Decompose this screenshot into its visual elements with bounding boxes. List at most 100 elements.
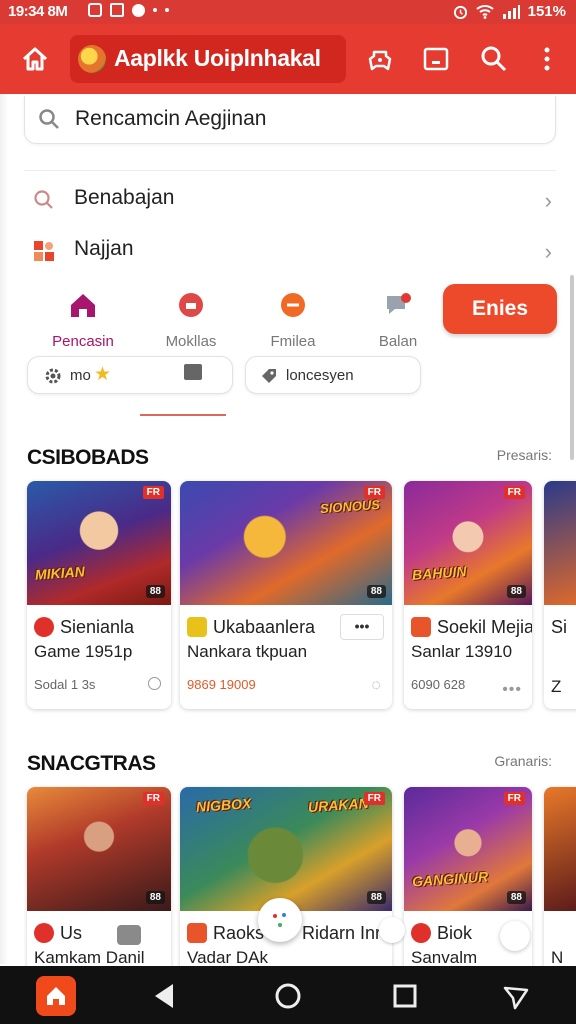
section-title: CSIBOBADS xyxy=(27,446,149,469)
game-meta: 9869 19009 xyxy=(187,677,256,692)
tab-home[interactable]: Pencasin xyxy=(38,290,128,350)
game-subtitle: N xyxy=(551,948,564,967)
tab-label: Pencasin xyxy=(52,333,114,350)
overflow-menu-icon[interactable] xyxy=(532,44,562,74)
tab-balance[interactable]: Balan xyxy=(353,290,443,350)
assistant-icon xyxy=(273,913,286,927)
game-subtitle: Sanvalm xyxy=(411,948,478,967)
game-subtitle: Nankara tkpuan xyxy=(187,642,308,661)
app-logo xyxy=(78,45,106,73)
headset-icon[interactable] xyxy=(500,921,530,951)
tab-indicator xyxy=(140,414,226,416)
chevron-right-icon: › xyxy=(544,239,552,264)
gamepad-icon[interactable] xyxy=(365,44,395,74)
bubble-icon[interactable] xyxy=(148,677,161,690)
search-icon xyxy=(39,109,59,129)
game-card[interactable]: SIONOUS FR 88 Ukabaanlera Nankara tkpuan… xyxy=(180,481,392,709)
game-title: Ukabaanlera xyxy=(213,617,316,637)
game-title: Soekil Mejia xyxy=(437,617,532,637)
tab-family[interactable]: Fmilea xyxy=(248,290,338,350)
list-item-label: Benabajan xyxy=(74,186,175,209)
count-badge: 88 xyxy=(366,585,386,598)
system-nav-bar xyxy=(0,966,576,1024)
assist-gesture-icon[interactable] xyxy=(497,976,537,1016)
minus-circle-icon xyxy=(281,293,305,317)
game-title: Sienianla xyxy=(60,617,135,637)
battery-level: 151% xyxy=(527,3,566,20)
more-dot-icon xyxy=(165,8,169,12)
game-art xyxy=(544,481,576,605)
star-icon: ★ xyxy=(94,364,112,385)
puzzle-icon xyxy=(34,241,54,261)
badge: FR xyxy=(363,792,385,805)
game-subtitle: Vadar DAk xyxy=(187,948,268,967)
badge: FR xyxy=(142,486,164,499)
count-badge: 88 xyxy=(506,891,526,904)
game-subtitle: Sanlar 13910 xyxy=(411,642,513,661)
home-button[interactable] xyxy=(36,976,76,1016)
badge: FR xyxy=(142,792,164,805)
game-title: Si xyxy=(551,617,568,637)
back-icon[interactable] xyxy=(145,976,185,1016)
badge: FR xyxy=(363,486,385,499)
comment-icon xyxy=(184,364,202,380)
chip-label: loncesyen xyxy=(286,367,354,384)
search-icon xyxy=(34,190,53,209)
more-options-button[interactable]: ••• xyxy=(340,614,384,640)
alarm-icon xyxy=(453,5,467,19)
message-icon xyxy=(110,3,124,17)
game-title: Raoks xyxy=(213,923,265,943)
status-bar: 19:34 8M 151% xyxy=(0,0,576,24)
count-badge: 88 xyxy=(145,891,165,904)
search-placeholder: Rencamcin Aegjinan xyxy=(75,107,267,130)
home-icon[interactable] xyxy=(20,44,50,74)
gear-icon xyxy=(45,368,61,384)
game-art xyxy=(544,787,576,911)
search-icon[interactable] xyxy=(479,44,509,74)
app-title-box[interactable]: Aaplkk Uoiplnhakal xyxy=(70,35,346,83)
game-card[interactable]: BAHUIN FR 88 Soekil Mejia Sanlar 13910 6… xyxy=(404,481,532,709)
game-subtitle: Kamkam Danil xyxy=(34,948,145,967)
game-subtitle: Game 1951p xyxy=(34,642,133,661)
status-time: 19:34 8M xyxy=(8,3,68,20)
count-badge: 88 xyxy=(145,585,165,598)
chip-label: mo xyxy=(70,367,91,384)
game-title: Ridarn Inr xyxy=(302,923,382,943)
tab-mobiles[interactable]: Mokllas xyxy=(146,290,236,350)
chat-icon xyxy=(387,293,411,314)
chip-location[interactable]: loncesyen xyxy=(245,356,421,394)
more-options-icon[interactable]: ••• xyxy=(502,681,522,699)
assistant-button[interactable] xyxy=(258,898,302,942)
notification-icon xyxy=(88,3,102,17)
chevron-right-icon: › xyxy=(544,188,552,213)
section-see-all-link[interactable]: Presaris: xyxy=(497,447,552,463)
wifi-icon xyxy=(475,5,494,19)
chip-settings[interactable]: mo ★ xyxy=(27,356,233,394)
list-item-label: Najjan xyxy=(74,237,134,260)
section-title: SNACGTRAS xyxy=(27,752,156,775)
tab-label: Mokllas xyxy=(165,333,217,350)
count-badge: 88 xyxy=(506,585,526,598)
search-bar[interactable]: Rencamcin Aegjinan xyxy=(24,96,556,144)
tag-icon xyxy=(262,369,276,383)
signal-icon xyxy=(502,5,520,19)
section-see-all-link[interactable]: Granaris: xyxy=(494,753,552,769)
game-icon xyxy=(179,293,203,317)
home-circle-icon[interactable] xyxy=(268,976,308,1016)
list-item-search[interactable]: Benabajan › xyxy=(24,172,556,228)
game-title: Biok xyxy=(437,923,473,943)
recents-icon[interactable] xyxy=(385,976,425,1016)
badge: FR xyxy=(503,486,525,499)
user-icon[interactable]: ◌ xyxy=(371,677,382,695)
tablet-icon[interactable] xyxy=(421,44,451,74)
chat-bubble-icon xyxy=(132,3,145,17)
game-card-partial[interactable]: Si Z xyxy=(544,481,576,709)
share-icon[interactable] xyxy=(379,917,405,943)
game-meta: Sodal 1 3s xyxy=(34,677,96,692)
game-card[interactable]: MIKIAN FR 88 Sienianla Game 1951p Sodal … xyxy=(27,481,171,709)
scrollbar[interactable] xyxy=(570,275,574,460)
list-item-puzzle[interactable]: Najjan › xyxy=(24,223,556,279)
image-icon xyxy=(117,925,141,945)
tab-label: Balan xyxy=(378,333,418,350)
primary-action-button[interactable]: Enies xyxy=(443,284,557,334)
